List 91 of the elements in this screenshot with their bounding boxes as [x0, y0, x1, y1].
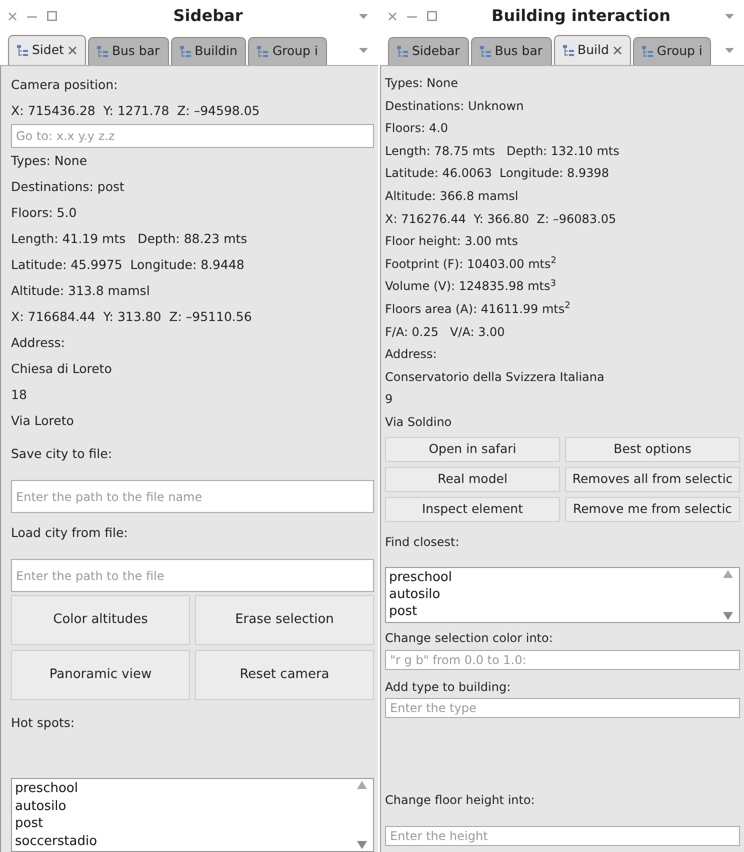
label: Altitude: 313.8 mamsl — [11, 282, 151, 300]
label: X: 715436.28 Y: 1271.78 Z: –94598.05 — [11, 102, 261, 120]
button[interactable]: Removes all from selectic — [565, 466, 740, 492]
input-field[interactable]: Enter the path to the file name — [11, 480, 374, 513]
tree-icon — [180, 46, 191, 57]
label: Floors area (A): 41611.99 mts$^{2}$ — [385, 300, 572, 318]
tab-menu-caret-icon[interactable] — [725, 48, 734, 53]
scroll-up-icon[interactable] — [357, 781, 367, 789]
label: 9 — [385, 391, 394, 408]
label: Footprint (F): 10403.00 mts$^{2}$ — [385, 255, 558, 273]
tree-icon — [562, 45, 574, 56]
label: Change selection color into: — [385, 630, 554, 648]
tab[interactable]: Buildin — [170, 37, 246, 65]
list-item[interactable]: preschool — [389, 569, 720, 586]
window-title: Building interaction — [490, 5, 672, 27]
tree-icon — [642, 46, 653, 57]
maximize-icon[interactable] — [47, 11, 57, 21]
label: Load city from file: — [11, 524, 129, 542]
tab[interactable]: Bus bar — [470, 37, 552, 65]
tab[interactable]: Bus bar — [88, 37, 169, 65]
list-item[interactable]: post — [15, 815, 354, 832]
label: Address: — [385, 346, 438, 364]
close-icon[interactable] — [8, 12, 17, 20]
label: Types: None — [11, 152, 88, 170]
label: Length: 41.19 mts Depth: 88.23 mts — [11, 230, 248, 248]
tab[interactable]: Group i — [248, 37, 327, 65]
button[interactable]: Open in safari — [385, 436, 560, 462]
close-icon[interactable] — [612, 46, 622, 55]
list-item[interactable]: soccerstadio — [15, 832, 354, 850]
close-icon[interactable] — [388, 12, 397, 20]
label: Change floor height into: — [385, 792, 536, 810]
label: Volume (V): 124835.98 mts$^{3}$ — [385, 278, 557, 296]
input-field[interactable]: Go to: x.x y.y z.z — [11, 124, 374, 148]
button[interactable]: Panoramic view — [11, 650, 190, 700]
label: Destinations: Unknown — [385, 98, 525, 115]
label: Floors: 5.0 — [11, 204, 78, 222]
tab[interactable]: Sidebar — [388, 37, 469, 65]
dropdown-caret-icon[interactable] — [359, 14, 368, 18]
tree-icon — [480, 46, 491, 57]
button[interactable]: Remove me from selectic — [565, 496, 740, 522]
label: Hot spots: — [11, 714, 76, 732]
button[interactable]: Reset camera — [195, 650, 374, 700]
button[interactable]: Color altitudes — [11, 595, 190, 645]
list-item[interactable]: autosilo — [389, 586, 720, 604]
tree-icon — [397, 46, 408, 57]
label: X: 716276.44 Y: 366.80 Z: –96083.05 — [385, 210, 618, 228]
tree-icon — [17, 45, 28, 56]
dropdown-caret-icon[interactable] — [725, 14, 734, 18]
window-title: Sidebar — [172, 5, 244, 27]
close-icon[interactable] — [68, 46, 77, 55]
label: Add type to building: — [385, 678, 512, 696]
label: Length: 78.75 mts Depth: 132.10 mts — [385, 142, 620, 160]
list-item[interactable]: autosilo — [15, 798, 354, 815]
label: Floor height: 3.00 mts — [385, 233, 519, 250]
input-field[interactable]: Enter the type — [385, 698, 740, 718]
maximize-icon[interactable] — [427, 11, 437, 21]
label: Address: — [11, 334, 66, 352]
label: Floors: 4.0 — [385, 120, 450, 138]
label: Chiesa di Loreto — [11, 360, 113, 378]
input-field[interactable]: Enter the height — [385, 826, 740, 846]
label: Via Loreto — [11, 412, 75, 430]
tab[interactable]: Build — [554, 35, 631, 65]
tab[interactable]: Sidet — [8, 35, 86, 65]
button[interactable]: Inspect element — [385, 496, 560, 522]
label: Latitude: 46.0063 Longitude: 8.9398 — [385, 165, 610, 182]
scroll-up-icon[interactable] — [723, 570, 733, 578]
label: Find closest: — [385, 534, 460, 550]
label: Destinations: post — [11, 178, 126, 196]
tab-menu-caret-icon[interactable] — [359, 48, 368, 53]
label: Types: None — [385, 75, 459, 92]
label: Save city to file: — [11, 445, 114, 463]
label: Conservatorio della Svizzera Italiana — [385, 368, 606, 386]
list-item[interactable]: preschool — [15, 780, 354, 798]
label: Altitude: 366.8 mamsl — [385, 188, 520, 205]
label: Camera position: — [11, 76, 119, 94]
input-field[interactable]: "r g b" from 0.0 to 1.0: — [385, 650, 740, 670]
tree-icon — [257, 46, 268, 57]
tab[interactable]: Group i — [632, 37, 712, 65]
button[interactable]: Best options — [565, 436, 740, 462]
label: F/A: 0.25 V/A: 3.00 — [385, 324, 506, 341]
scroll-down-icon[interactable] — [357, 841, 367, 849]
label: X: 716684.44 Y: 313.80 Z: –95110.56 — [11, 308, 253, 326]
label: 18 — [11, 386, 28, 404]
button[interactable]: Real model — [385, 466, 560, 492]
label: Via Soldino — [385, 414, 453, 431]
scroll-down-icon[interactable] — [723, 612, 733, 620]
button[interactable]: Erase selection — [195, 595, 374, 645]
list-item[interactable]: post — [389, 603, 720, 620]
tree-icon — [96, 46, 108, 57]
input-field[interactable]: Enter the path to the file — [11, 559, 374, 592]
label: Latitude: 45.9975 Longitude: 8.9448 — [11, 256, 246, 274]
